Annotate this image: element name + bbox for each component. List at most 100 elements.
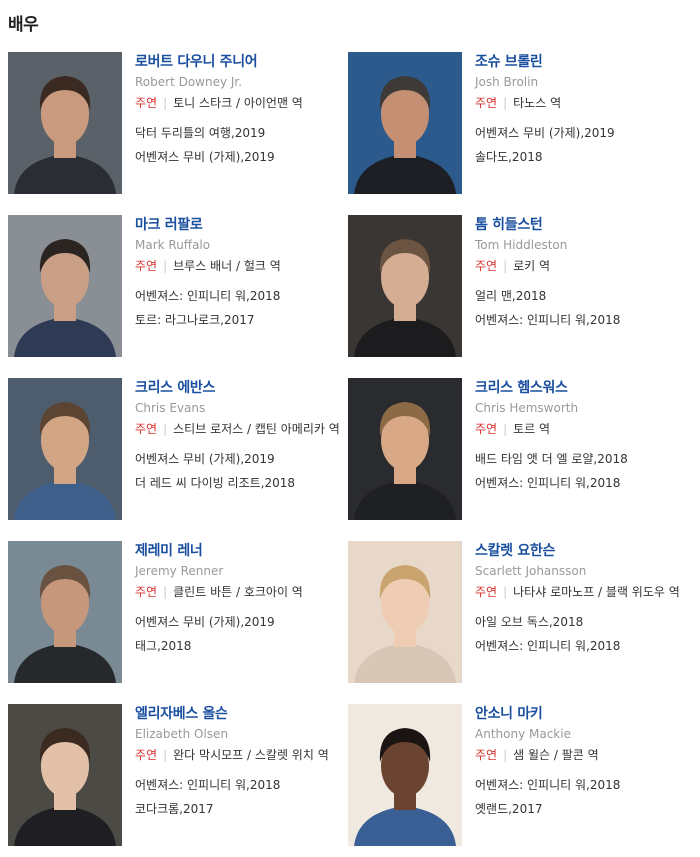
role-line: 주연 | 샘 윌슨 / 팔콘 역 xyxy=(475,746,685,765)
separator: | xyxy=(163,259,168,273)
actor-photo[interactable] xyxy=(348,541,462,683)
actor-photo[interactable] xyxy=(348,378,462,520)
filmography: 어벤져스 무비 (가제),2019 태그,2018 xyxy=(135,610,345,658)
separator: | xyxy=(503,748,508,762)
actor-name-link[interactable]: 제레미 레너 xyxy=(135,542,345,560)
actor-card-anthony-mackie: 안소니 마키 Anthony Mackie 주연 | 샘 윌슨 / 팔콘 역 어벤져… xyxy=(348,704,688,854)
actor-name-link[interactable]: 엘리자베스 올슨 xyxy=(135,705,345,723)
role-tag: 주연 xyxy=(135,422,158,436)
role-tag: 주연 xyxy=(475,96,498,110)
role-tag: 주연 xyxy=(135,585,158,599)
work-link[interactable]: 어벤져스 무비 (가제),2019 xyxy=(135,447,345,471)
portrait-image xyxy=(348,541,462,683)
actor-card-josh-brolin: 조슈 브롤린 Josh Brolin 주연 | 타노스 역 어벤져스 무비 (가제)… xyxy=(348,52,688,202)
character-name: 토르 역 xyxy=(513,422,551,436)
character-name: 클린트 바튼 / 호크아이 역 xyxy=(173,585,303,599)
actor-name-link[interactable]: 조슈 브롤린 xyxy=(475,53,685,71)
role-line: 주연 | 브루스 배너 / 헐크 역 xyxy=(135,257,345,276)
work-link[interactable]: 어벤져스: 인피니티 워,2018 xyxy=(135,773,345,797)
filmography: 어벤져스: 인피니티 워,2018 코다크롬,2017 xyxy=(135,773,345,821)
actor-english-name: Scarlett Johansson xyxy=(475,564,587,578)
work-link[interactable]: 코다크롬,2017 xyxy=(135,797,345,821)
character-name: 로키 역 xyxy=(513,259,551,273)
separator: | xyxy=(503,259,508,273)
work-link[interactable]: 닥터 두리틀의 여행,2019 xyxy=(135,121,345,145)
role-line: 주연 | 클린트 바튼 / 호크아이 역 xyxy=(135,583,345,602)
actor-english-name: Jeremy Renner xyxy=(135,564,224,578)
separator: | xyxy=(503,422,508,436)
work-link[interactable]: 얼리 맨,2018 xyxy=(475,284,685,308)
portrait-image xyxy=(8,541,122,683)
work-link[interactable]: 아일 오브 독스,2018 xyxy=(475,610,685,634)
actor-photo[interactable] xyxy=(348,704,462,846)
filmography: 얼리 맨,2018 어벤져스: 인피니티 워,2018 xyxy=(475,284,685,332)
separator: | xyxy=(163,96,168,110)
work-link[interactable]: 어벤져스: 인피니티 워,2018 xyxy=(135,284,345,308)
role-tag: 주연 xyxy=(475,585,498,599)
actor-english-name: Elizabeth Olsen xyxy=(135,727,229,741)
portrait-image xyxy=(348,52,462,194)
actor-photo[interactable] xyxy=(348,52,462,194)
actor-name-link[interactable]: 스칼렛 요한슨 xyxy=(475,542,685,560)
separator: | xyxy=(163,585,168,599)
actor-english-name: Chris Hemsworth xyxy=(475,401,579,415)
actor-list: 로버트 다우니 주니어 Robert Downey Jr. 주연 | 토니 스타크 … xyxy=(0,0,700,857)
actor-photo[interactable] xyxy=(8,215,122,357)
work-link[interactable]: 토르: 라그나로크,2017 xyxy=(135,308,345,332)
actor-photo[interactable] xyxy=(8,52,122,194)
actor-name-link[interactable]: 톰 히들스턴 xyxy=(475,216,685,234)
role-tag: 주연 xyxy=(135,259,158,273)
actor-card-chris-hemsworth: 크리스 헴스워스 Chris Hemsworth 주연 | 토르 역 배드 타임 앳… xyxy=(348,378,688,528)
actor-card-scarlett-johansson: 스칼렛 요한슨 Scarlett Johansson 주연 | 나타샤 로마노프 /… xyxy=(348,541,688,691)
filmography: 닥터 두리틀의 여행,2019 어벤져스 무비 (가제),2019 xyxy=(135,121,345,169)
work-link[interactable]: 더 레드 씨 다이빙 리조트,2018 xyxy=(135,471,345,495)
role-tag: 주연 xyxy=(475,422,498,436)
role-tag: 주연 xyxy=(135,748,158,762)
actor-photo[interactable] xyxy=(8,378,122,520)
work-link[interactable]: 어벤져스: 인피니티 워,2018 xyxy=(475,773,685,797)
filmography: 어벤져스: 인피니티 워,2018 옛랜드,2017 xyxy=(475,773,685,821)
filmography: 어벤져스: 인피니티 워,2018 토르: 라그나로크,2017 xyxy=(135,284,345,332)
work-link[interactable]: 어벤져스 무비 (가제),2019 xyxy=(475,121,685,145)
work-link[interactable]: 어벤져스 무비 (가제),2019 xyxy=(135,610,345,634)
actor-english-name: Tom Hiddleston xyxy=(475,238,568,252)
role-tag: 주연 xyxy=(135,96,158,110)
actor-photo[interactable] xyxy=(348,215,462,357)
actor-english-name: Josh Brolin xyxy=(475,75,539,89)
role-line: 주연 | 로키 역 xyxy=(475,257,685,276)
filmography: 아일 오브 독스,2018 어벤져스: 인피니티 워,2018 xyxy=(475,610,685,658)
actor-name-link[interactable]: 마크 러팔로 xyxy=(135,216,345,234)
work-link[interactable]: 어벤져스: 인피니티 워,2018 xyxy=(475,634,685,658)
character-name: 브루스 배너 / 헐크 역 xyxy=(173,259,281,273)
actor-card-chris-evans: 크리스 에반스 Chris Evans 주연 | 스티브 로저스 / 캡틴 아메리카… xyxy=(8,378,348,528)
actor-photo[interactable] xyxy=(8,541,122,683)
portrait-image xyxy=(348,378,462,520)
actor-english-name: Anthony Mackie xyxy=(475,727,571,741)
role-line: 주연 | 완다 막시모프 / 스칼렛 위치 역 xyxy=(135,746,345,765)
actor-english-name: Mark Ruffalo xyxy=(135,238,211,252)
actor-card-tom-hiddleston: 톰 히들스턴 Tom Hiddleston 주연 | 로키 역 얼리 맨,2018 … xyxy=(348,215,688,365)
actor-name-link[interactable]: 로버트 다우니 주니어 xyxy=(135,53,345,71)
character-name: 완다 막시모프 / 스칼렛 위치 역 xyxy=(173,748,329,762)
role-tag: 주연 xyxy=(475,259,498,273)
work-link[interactable]: 배드 타임 앳 더 엘 로얄,2018 xyxy=(475,447,685,471)
actor-card-robert-downey-jr: 로버트 다우니 주니어 Robert Downey Jr. 주연 | 토니 스타크 … xyxy=(8,52,348,202)
actor-name-link[interactable]: 크리스 헴스워스 xyxy=(475,379,685,397)
actor-name-link[interactable]: 크리스 에반스 xyxy=(135,379,345,397)
actor-photo[interactable] xyxy=(8,704,122,846)
character-name: 스티브 로저스 / 캡틴 아메리카 역 xyxy=(173,422,340,436)
work-link[interactable]: 태그,2018 xyxy=(135,634,345,658)
role-line: 주연 | 토르 역 xyxy=(475,420,685,439)
work-link[interactable]: 옛랜드,2017 xyxy=(475,797,685,821)
work-link[interactable]: 어벤져스: 인피니티 워,2018 xyxy=(475,308,685,332)
portrait-image xyxy=(8,378,122,520)
work-link[interactable]: 솔다도,2018 xyxy=(475,145,685,169)
actor-card-mark-ruffalo: 마크 러팔로 Mark Ruffalo 주연 | 브루스 배너 / 헐크 역 어벤져… xyxy=(8,215,348,365)
work-link[interactable]: 어벤져스 무비 (가제),2019 xyxy=(135,145,345,169)
role-line: 주연 | 타노스 역 xyxy=(475,94,685,113)
actor-card-elizabeth-olsen: 엘리자베스 올슨 Elizabeth Olsen 주연 | 완다 막시모프 / 스칼… xyxy=(8,704,348,854)
role-line: 주연 | 스티브 로저스 / 캡틴 아메리카 역 xyxy=(135,420,345,439)
actor-english-name: Robert Downey Jr. xyxy=(135,75,243,89)
actor-name-link[interactable]: 안소니 마키 xyxy=(475,705,685,723)
work-link[interactable]: 어벤져스: 인피니티 워,2018 xyxy=(475,471,685,495)
